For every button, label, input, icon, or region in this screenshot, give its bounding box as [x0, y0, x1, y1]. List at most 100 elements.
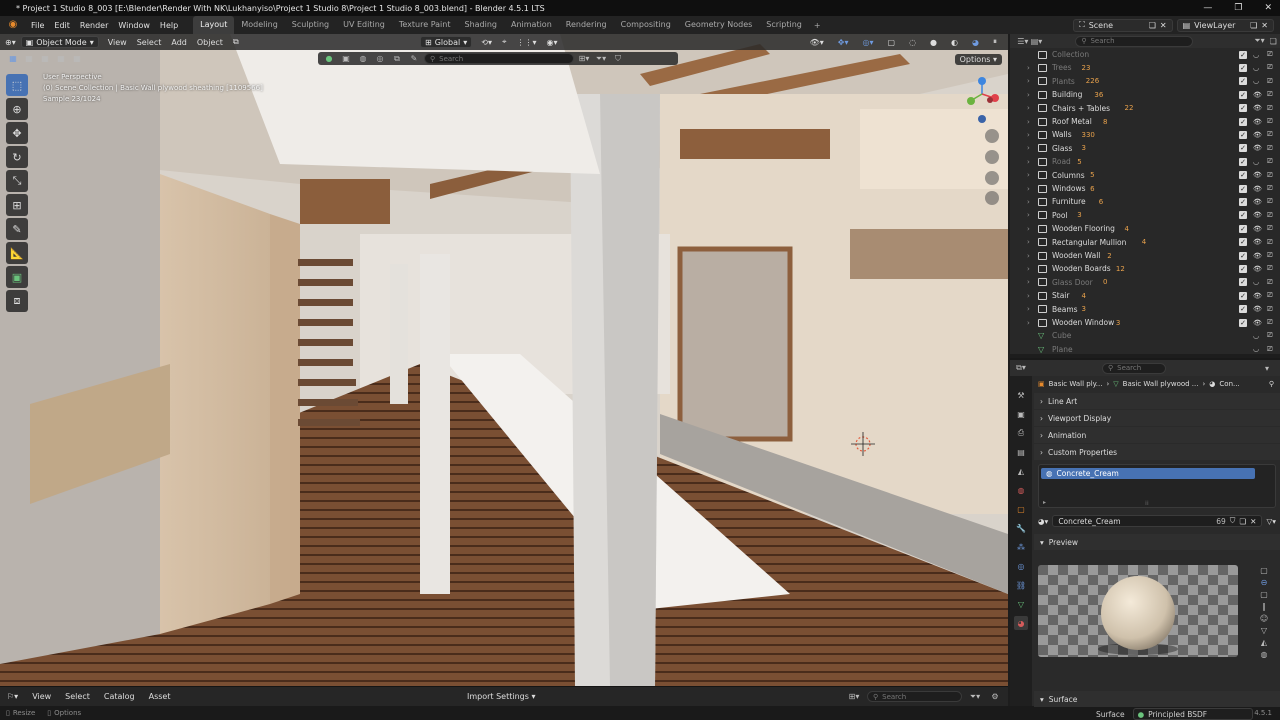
render-camera-icon[interactable]: ⎚ — [1267, 305, 1273, 314]
object-tab-icon[interactable]: ▢ — [1014, 502, 1028, 516]
outliner-row[interactable]: › Columns 5 ✓ 👁 ⎚ — [1010, 169, 1280, 182]
outliner-row-name[interactable]: Building — [1052, 90, 1082, 99]
visibility-eye-icon[interactable]: 👁 — [1253, 91, 1262, 99]
select-mode-icons[interactable]: ▦ ▦ ▦ ▦ ▦ — [6, 52, 84, 65]
render-camera-icon[interactable]: ⎚ — [1267, 104, 1273, 113]
visibility-eye-icon[interactable]: 👁 — [1253, 171, 1262, 179]
outliner-row[interactable]: › Wooden Wall 2 ✓ 👁 ⎚ — [1010, 249, 1280, 262]
outliner-row-name[interactable]: Roof Metal — [1052, 117, 1092, 126]
select-invert-icon[interactable]: ▦ — [54, 52, 68, 65]
visibility-eye-icon[interactable]: 👁 — [1253, 252, 1262, 260]
visibility-eye-icon[interactable]: 👁 — [1253, 118, 1262, 126]
visibility-eye-icon[interactable]: 👁 — [1253, 131, 1262, 139]
panel-viewport-display[interactable]: › Viewport Display — [1034, 410, 1280, 426]
asset-menu-view[interactable]: View — [25, 692, 58, 701]
import-settings-dropdown[interactable]: Import Settings ▾ — [460, 692, 542, 701]
outliner-row-name[interactable]: Wooden Flooring — [1052, 224, 1115, 233]
delete-view-layer-icon[interactable]: ✕ — [1261, 21, 1268, 30]
visibility-eye-icon[interactable]: 👁 — [1253, 144, 1262, 152]
filter-brush-icon[interactable]: ✎ — [407, 52, 421, 65]
asset-browser-search-input[interactable]: ⚲ Search — [867, 691, 962, 702]
exclude-checkbox[interactable]: ✓ — [1239, 157, 1247, 166]
exclude-checkbox[interactable]: ✓ — [1239, 291, 1247, 300]
visibility-eye-icon[interactable]: ◡ — [1253, 158, 1259, 166]
scale-tool-icon[interactable]: ⤡ — [6, 170, 28, 192]
tab-compositing[interactable]: Compositing — [614, 16, 678, 34]
viewport-menu-select[interactable]: Select — [132, 38, 167, 47]
tab-layout[interactable]: Layout — [193, 16, 235, 34]
menu-help[interactable]: Help — [155, 21, 183, 30]
render-camera-icon[interactable]: ⎚ — [1267, 117, 1273, 126]
outliner-row[interactable]: Collection ✓ ◡ ⎚ — [1010, 48, 1280, 61]
expand-arrow-icon[interactable]: › — [1027, 292, 1030, 300]
visibility-eye-icon[interactable]: ◡ — [1253, 345, 1259, 353]
close-button[interactable]: ✕ — [1264, 3, 1272, 13]
visibility-eye-icon[interactable]: 👁 — [1253, 265, 1262, 273]
add-cube-tool-icon[interactable]: ▣ — [6, 266, 28, 288]
panel-custom-properties[interactable]: › Custom Properties — [1034, 444, 1280, 460]
outliner-search-input[interactable]: ⚲ Search — [1075, 35, 1193, 47]
filter-node-icon[interactable]: ⧉ — [390, 52, 404, 65]
exclude-checkbox[interactable]: ✓ — [1239, 184, 1247, 193]
world-tab-icon[interactable]: ◍ — [1014, 483, 1028, 497]
render-camera-icon[interactable]: ⎚ — [1267, 264, 1273, 273]
expand-arrow-icon[interactable]: › — [1027, 252, 1030, 260]
pivot-icon[interactable]: ⟲▾ — [476, 38, 497, 47]
outliner-row[interactable]: › Glass Door 0 ✓ ◡ ⎚ — [1010, 276, 1280, 289]
filter-material-icon[interactable]: ◍ — [356, 52, 370, 65]
maximize-button[interactable]: ❐ — [1234, 3, 1242, 13]
shading-wire-icon[interactable]: ◌ — [904, 38, 921, 47]
preview-fluid-icon[interactable]: ◭ — [1261, 638, 1267, 647]
panel-animation[interactable]: › Animation — [1034, 427, 1280, 443]
expand-arrow-icon[interactable]: › — [1027, 305, 1030, 313]
filter-icon[interactable]: ⏷▾ — [594, 52, 608, 65]
toggle-icon[interactable]: ⧉ — [228, 37, 244, 47]
display-mode-icon[interactable]: ▤▾ — [1030, 35, 1044, 48]
render-camera-icon[interactable]: ⎚ — [1267, 130, 1273, 139]
outliner-row-name[interactable]: Columns — [1052, 171, 1085, 180]
preview-cloth-icon[interactable]: ▽ — [1261, 626, 1267, 635]
chevron-down-icon[interactable]: ▾ — [1260, 362, 1274, 375]
render-camera-icon[interactable]: ⎚ — [1267, 345, 1273, 354]
render-camera-icon[interactable]: ⎚ — [1267, 238, 1273, 247]
menu-edit[interactable]: Edit — [49, 21, 75, 30]
tab-shading[interactable]: Shading — [457, 16, 504, 34]
display-mode-icon[interactable]: ⊞▾ — [577, 52, 591, 65]
material-browse-icon[interactable]: ◕▾ — [1038, 517, 1048, 526]
exclude-checkbox[interactable]: ✓ — [1239, 50, 1247, 59]
expand-icon[interactable]: ▸ — [1043, 499, 1046, 506]
outliner-row[interactable]: › Trees 23 ✓ ◡ ⎚ — [1010, 61, 1280, 74]
outliner-row-name[interactable]: Wooden Wall — [1052, 251, 1100, 260]
panel-line-art[interactable]: › Line Art — [1034, 393, 1280, 409]
measure-tool-icon[interactable]: 📐 — [6, 242, 28, 264]
render-camera-icon[interactable]: ⎚ — [1267, 63, 1273, 72]
render-camera-icon[interactable]: ⎚ — [1267, 278, 1273, 287]
mode-dropdown[interactable]: ▣ Object Mode ▾ — [20, 36, 99, 48]
preview-flat-icon[interactable]: ▢ — [1260, 566, 1268, 575]
transform-tool-icon[interactable]: ⊞ — [6, 194, 28, 216]
outliner-row-name[interactable]: Pool — [1052, 211, 1068, 220]
outliner-row[interactable]: › Pool 3 ✓ 👁 ⎚ — [1010, 209, 1280, 222]
add-workspace-icon[interactable]: + — [809, 21, 826, 30]
menu-file[interactable]: File — [26, 21, 49, 30]
exclude-checkbox[interactable]: ✓ — [1239, 278, 1247, 287]
preview-sphere-icon[interactable]: ⊖ — [1261, 578, 1268, 587]
render-camera-icon[interactable]: ⎚ — [1267, 157, 1273, 166]
outliner-row[interactable]: › Beams 3 ✓ 👁 ⎚ — [1010, 303, 1280, 316]
material-tab-icon[interactable]: ◕ — [1014, 616, 1028, 630]
preview-cube-icon[interactable]: ▢ — [1260, 590, 1268, 599]
exclude-checkbox[interactable]: ✓ — [1239, 238, 1247, 247]
3d-viewport[interactable]: ⊕▾ ▣ Object Mode ▾ View Select Add Objec… — [0, 34, 1008, 686]
render-camera-icon[interactable]: ⎚ — [1267, 211, 1273, 220]
exclude-checkbox[interactable]: ✓ — [1239, 144, 1247, 153]
snap-icon[interactable]: ⌖ — [497, 37, 512, 47]
view-layer-selector[interactable]: ▤ ViewLayer ❏ ✕ — [1176, 18, 1274, 32]
pin-icon[interactable]: ⚲ — [1269, 380, 1274, 388]
outliner-row[interactable]: › Roof Metal 8 ✓ 👁 ⎚ — [1010, 115, 1280, 128]
filter-icon[interactable]: ⏷▾ — [1253, 35, 1267, 48]
tab-sculpting[interactable]: Sculpting — [285, 16, 336, 34]
outliner-row[interactable]: ▽ Cube ◡ ⎚ — [1010, 329, 1280, 342]
cursor-tool-icon[interactable]: ⊕ — [6, 98, 28, 120]
visibility-eye-icon[interactable]: 👁 — [1253, 211, 1262, 219]
expand-arrow-icon[interactable]: › — [1027, 198, 1030, 206]
